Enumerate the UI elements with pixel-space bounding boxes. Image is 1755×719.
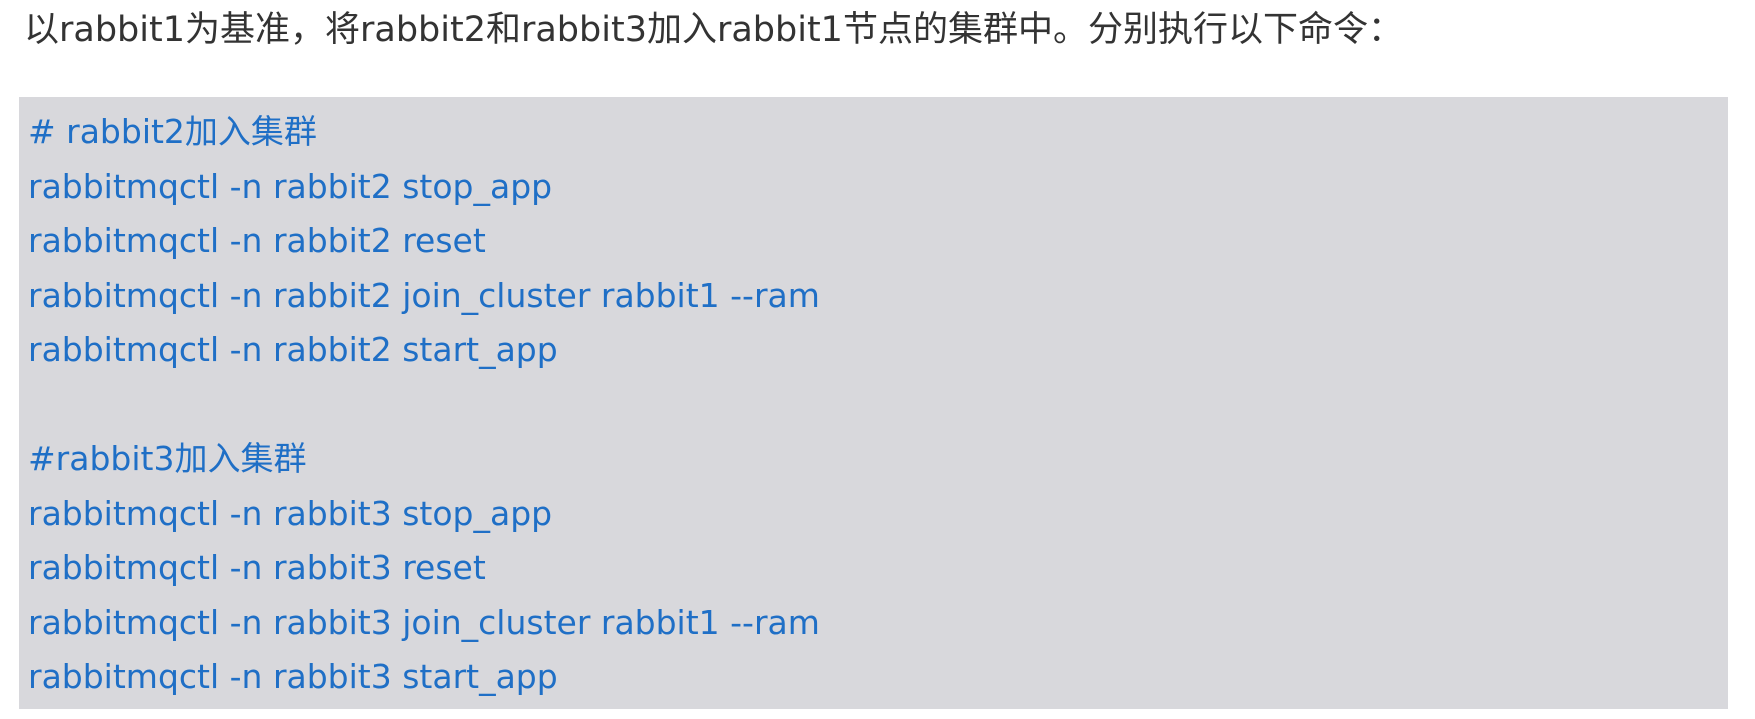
code-line-rabbit3-start-app: rabbitmqctl -n rabbit3 start_app — [28, 657, 558, 696]
code-line-rabbit3-join-cluster: rabbitmqctl -n rabbit3 join_cluster rabb… — [28, 602, 820, 642]
code-line-rabbit2-start-app: rabbitmqctl -n rabbit2 start_app — [28, 330, 558, 369]
code-line-rabbit3-stop-app: rabbitmqctl -n rabbit3 stop_app — [28, 493, 553, 533]
code-line-rabbit2-reset: rabbitmqctl -n rabbit2 reset — [28, 221, 486, 260]
code-comment-rabbit3: #rabbit3加入集群 — [28, 439, 307, 478]
code-comment-rabbit2: # rabbit2加入集群 — [28, 112, 317, 151]
intro-paragraph: 以rabbit1为基准，将rabbit2和rabbit3加入rabbit1节点的… — [24, 10, 1403, 50]
code-line-rabbit2-stop-app: rabbitmqctl -n rabbit2 stop_app — [28, 166, 553, 206]
code-line-rabbit2-join-cluster: rabbitmqctl -n rabbit2 join_cluster rabb… — [28, 275, 820, 315]
code-line-rabbit3-reset: rabbitmqctl -n rabbit3 reset — [28, 548, 486, 587]
code-block: # rabbit2加入集群 rabbitmqctl -n rabbit2 sto… — [19, 97, 1728, 709]
